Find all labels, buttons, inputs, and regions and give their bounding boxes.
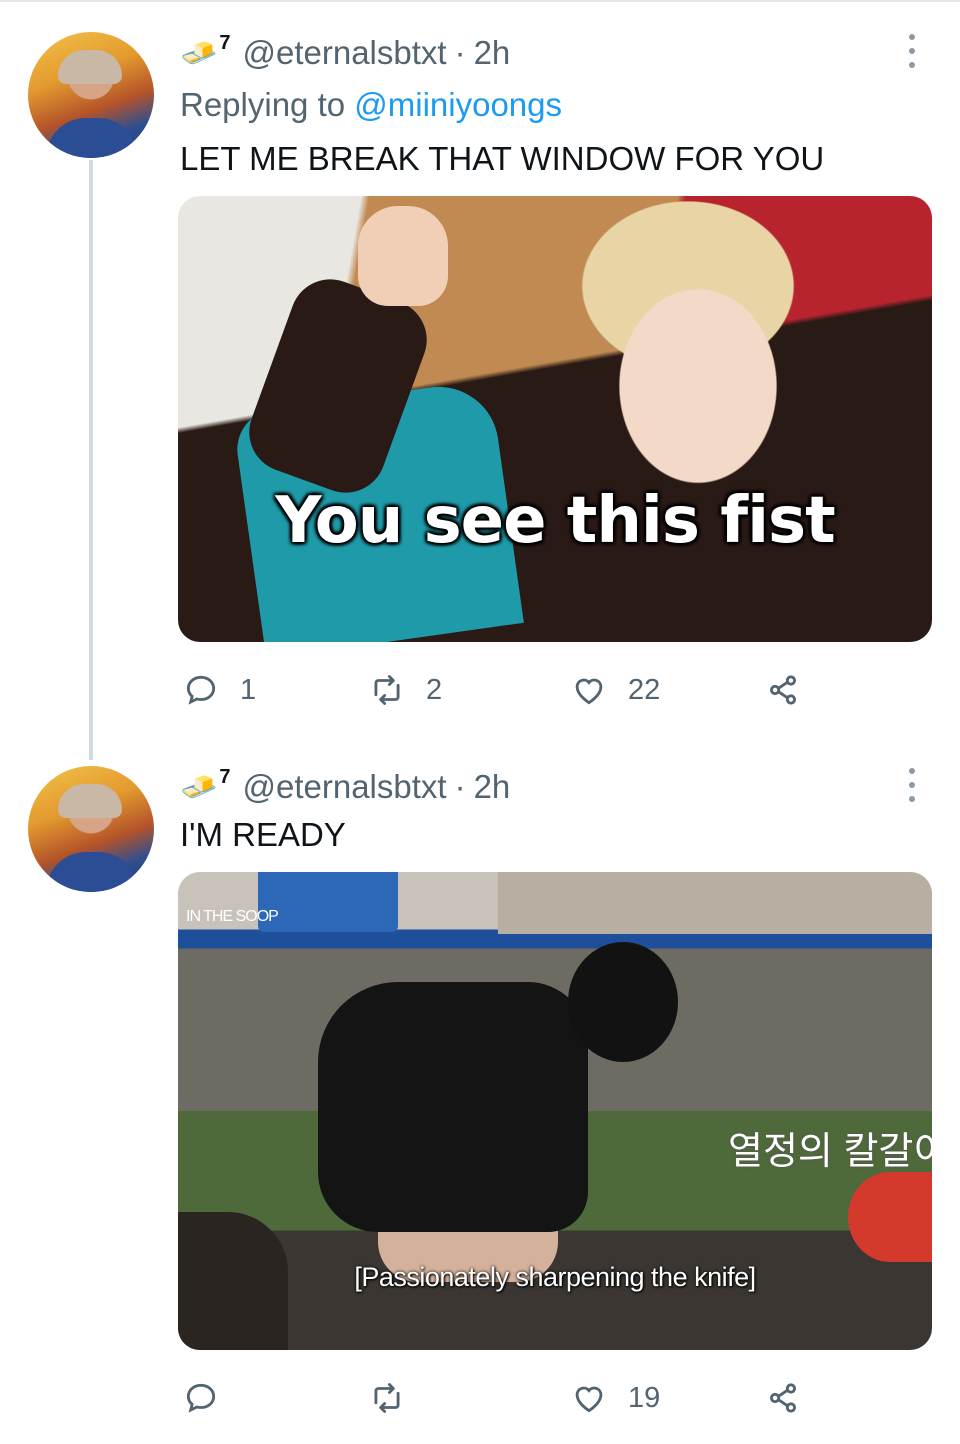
butter-icon: 🧈 bbox=[180, 36, 218, 70]
reply-icon bbox=[186, 675, 216, 705]
image-cooler bbox=[258, 872, 398, 932]
retweet-icon bbox=[374, 1383, 400, 1413]
retweet-button[interactable]: 2 bbox=[368, 670, 442, 710]
image-person-body bbox=[318, 982, 588, 1232]
like-count: 19 bbox=[628, 1381, 661, 1414]
timestamp[interactable]: 2h bbox=[474, 34, 511, 72]
name-badge: 7 bbox=[219, 31, 231, 54]
heart-icon bbox=[575, 1386, 603, 1413]
avatar-hair bbox=[58, 50, 122, 84]
share-icon bbox=[770, 675, 796, 705]
image-subtitle-text: [Passionately sharpening the knife] bbox=[354, 1262, 756, 1292]
retweet-button[interactable] bbox=[368, 1378, 426, 1418]
avatar-jacket bbox=[46, 118, 138, 158]
butter-icon: 🧈 bbox=[180, 770, 218, 804]
more-options-icon[interactable] bbox=[904, 768, 920, 802]
user-handle[interactable]: @eternalsbtxt bbox=[242, 34, 446, 72]
image-subtitle: [Passionately sharpening the knife] bbox=[178, 1262, 932, 1293]
like-button[interactable]: 22 bbox=[570, 670, 660, 710]
separator: · bbox=[454, 34, 466, 71]
image-person-head bbox=[568, 942, 678, 1062]
like-button[interactable]: 19 bbox=[570, 1378, 660, 1418]
mention-link[interactable]: @miiniyoongs bbox=[354, 86, 562, 123]
separator: · bbox=[454, 768, 466, 805]
reply-button[interactable] bbox=[182, 1378, 240, 1418]
heart-icon bbox=[575, 678, 603, 705]
reply-button[interactable]: 1 bbox=[182, 670, 256, 710]
share-button[interactable] bbox=[764, 670, 802, 710]
thread-connector-line bbox=[89, 160, 93, 760]
avatar-jacket bbox=[46, 852, 138, 892]
tweet-text: I'M READY bbox=[180, 816, 346, 853]
image-caption: You see this fist bbox=[275, 484, 835, 558]
image-show-logo: IN THE SOOP bbox=[186, 908, 279, 925]
image-korean-caption: 열정의 칼갈이 bbox=[728, 1131, 932, 1173]
timestamp[interactable]: 2h bbox=[474, 768, 511, 806]
retweet-count: 2 bbox=[426, 673, 443, 706]
replying-prefix: Replying to bbox=[180, 86, 355, 123]
avatar[interactable] bbox=[28, 32, 154, 158]
more-options-icon[interactable] bbox=[904, 34, 920, 68]
tweet-header: 🧈 7 @eternalsbtxt · 2h bbox=[180, 765, 511, 806]
image-boxes bbox=[498, 872, 932, 934]
user-handle[interactable]: @eternalsbtxt bbox=[242, 768, 446, 806]
tweet-image[interactable]: IN THE SOOP 열정의 칼갈이 [Passionately sharpe… bbox=[178, 872, 932, 1350]
tweet-actions: 1 2 22 bbox=[180, 670, 860, 710]
tweet-actions: 19 bbox=[180, 1378, 860, 1418]
share-icon bbox=[770, 1383, 796, 1413]
top-divider bbox=[0, 0, 960, 2]
replying-to: Replying to @miiniyoongs bbox=[180, 86, 562, 124]
tweet-image[interactable]: You see this fist bbox=[178, 196, 932, 642]
reply-icon bbox=[186, 1383, 216, 1413]
avatar[interactable] bbox=[28, 766, 154, 892]
share-button[interactable] bbox=[764, 1378, 802, 1418]
like-count: 22 bbox=[628, 673, 661, 706]
tweet-text: LET ME BREAK THAT WINDOW FOR YOU bbox=[180, 140, 825, 177]
reply-count: 1 bbox=[240, 673, 257, 706]
image-fist bbox=[358, 206, 448, 306]
name-badge: 7 bbox=[219, 765, 231, 788]
image-basin bbox=[848, 1172, 932, 1262]
tweet-header: 🧈 7 @eternalsbtxt · 2h bbox=[180, 31, 511, 72]
avatar-hair bbox=[58, 784, 122, 818]
retweet-icon bbox=[374, 675, 400, 705]
